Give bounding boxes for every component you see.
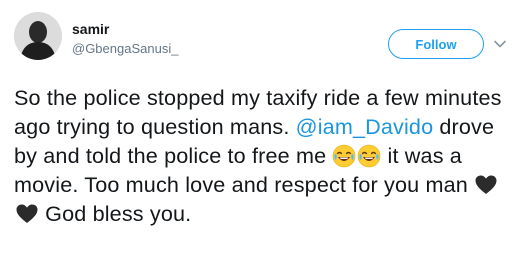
laughing-emoji-icon bbox=[333, 144, 356, 168]
tweet-card: samir @GbengaSanusi_ Follow So the polic… bbox=[0, 0, 517, 260]
follow-button[interactable]: Follow bbox=[388, 29, 484, 59]
black-heart-icon bbox=[475, 175, 497, 194]
avatar[interactable] bbox=[14, 12, 62, 60]
avatar-image bbox=[14, 12, 62, 60]
chevron-down-icon[interactable] bbox=[493, 37, 507, 51]
tweet-text-part4: God bless you. bbox=[39, 201, 192, 226]
author-name[interactable]: samir bbox=[72, 21, 109, 37]
laughing-emoji-icon bbox=[358, 144, 381, 168]
author-handle[interactable]: @GbengaSanusi_ bbox=[72, 41, 178, 56]
mention-link[interactable]: @iam_Davido bbox=[296, 114, 434, 139]
tweet-text: So the police stopped my taxify ride a f… bbox=[14, 83, 509, 228]
black-heart-icon bbox=[16, 204, 38, 223]
